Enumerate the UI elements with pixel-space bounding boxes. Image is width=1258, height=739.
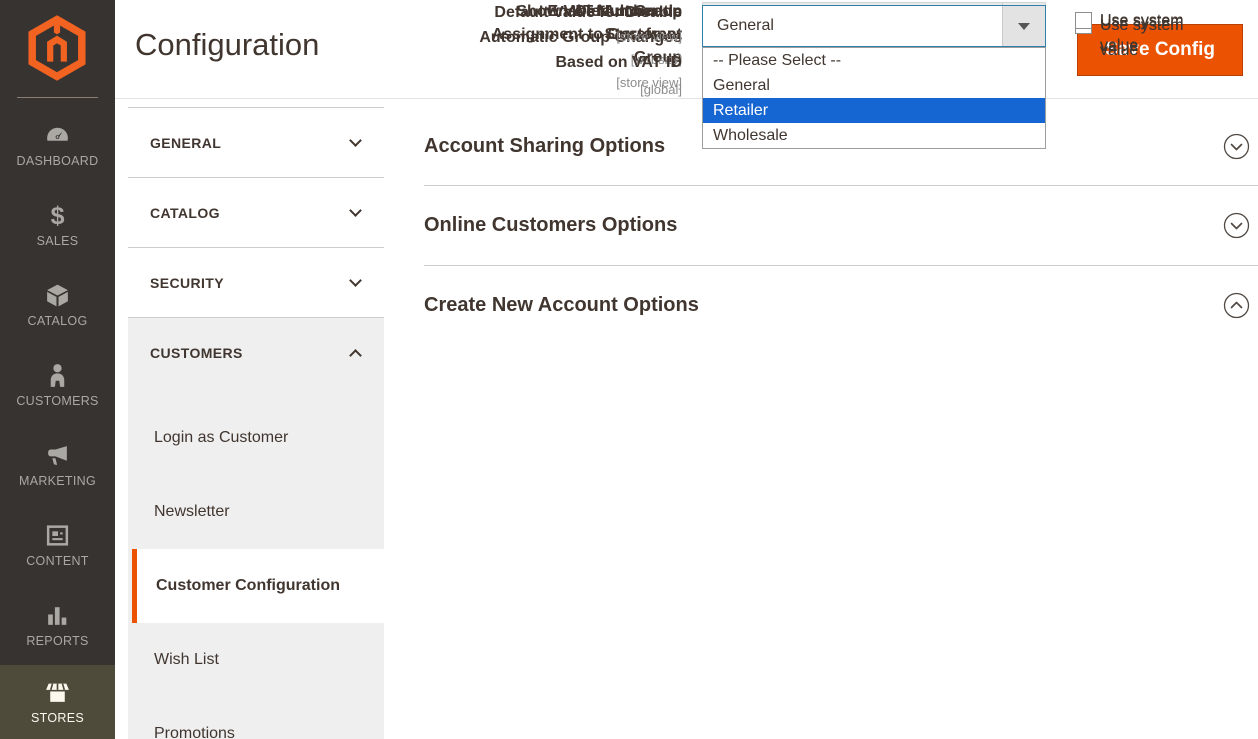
config-section-catalog[interactable]: CATALOG <box>128 178 384 248</box>
sidebar-item-customers[interactable]: CUSTOMERS <box>0 345 115 425</box>
config-section-label: SECURITY <box>150 275 224 291</box>
subnav-item-label: Login as Customer <box>154 429 288 447</box>
chevron-down-icon <box>349 274 362 287</box>
collapse-chevron-down-icon[interactable] <box>1223 133 1250 160</box>
config-section-label: CATALOG <box>150 205 220 221</box>
sidebar-item-dashboard[interactable]: DASHBOARD <box>0 105 115 185</box>
content-icon <box>44 522 71 549</box>
sidebar-item-label: SALES <box>37 234 79 248</box>
sidebar-item-label: CATALOG <box>28 314 88 328</box>
field-scope: [store view] <box>462 25 682 48</box>
stores-icon <box>44 679 71 706</box>
config-section-security[interactable]: SECURITY <box>128 248 384 318</box>
sidebar-item-catalog[interactable]: CATALOG <box>0 265 115 345</box>
sidebar-item-label: CUSTOMERS <box>16 394 98 408</box>
admin-sidebar: DASHBOARD $ SALES CATALOG <box>0 0 115 739</box>
section-title: Online Customers Options <box>424 214 677 237</box>
collapse-chevron-up-icon[interactable] <box>1223 292 1250 319</box>
dropdown-arrow-icon[interactable] <box>1002 6 1045 46</box>
subnav-item-wish-list[interactable]: Wish List <box>128 623 384 697</box>
admin-nav: DASHBOARD $ SALES CATALOG <box>0 105 115 739</box>
sidebar-item-content[interactable]: CONTENT <box>0 505 115 585</box>
subnav-item-promotions[interactable]: Promotions <box>128 697 384 739</box>
field-label-text: Default Group <box>575 3 682 20</box>
customers-subnav: Login as Customer Newsletter Customer Co… <box>128 388 384 739</box>
default-group-select[interactable]: General <box>702 5 1046 47</box>
sidebar-item-label: CONTENT <box>26 554 89 568</box>
page-title: Configuration <box>135 27 319 63</box>
sidebar-divider <box>17 97 98 98</box>
subnav-item-customer-configuration[interactable]: Customer Configuration <box>132 549 384 623</box>
dropdown-option-retailer[interactable]: Retailer <box>703 98 1045 123</box>
sidebar-item-stores[interactable]: STORES <box>0 665 115 739</box>
sales-icon: $ <box>44 202 71 229</box>
section-online-customers-options[interactable]: Online Customers Options <box>424 186 1258 266</box>
sidebar-item-reports[interactable]: REPORTS <box>0 585 115 665</box>
subnav-item-newsletter[interactable]: Newsletter <box>128 475 384 549</box>
section-create-new-account-options[interactable]: Create New Account Options <box>424 266 1258 345</box>
marketing-icon <box>44 442 71 469</box>
subnav-item-label: Promotions <box>154 725 235 739</box>
field-scope: [global] <box>462 77 682 102</box>
chevron-up-icon <box>349 349 362 362</box>
dropdown-option-wholesale[interactable]: Wholesale <box>703 123 1045 148</box>
main-content: Account Sharing Options Online Customers… <box>424 0 1258 739</box>
use-system-value-checkbox[interactable]: Use system value <box>1075 8 1215 58</box>
checkbox-unchecked-icon[interactable] <box>1075 12 1092 29</box>
customers-icon <box>44 362 71 389</box>
subnav-item-login-as-customer[interactable]: Login as Customer <box>128 401 384 475</box>
config-section-customers[interactable]: CUSTOMERS <box>128 318 384 388</box>
sidebar-item-label: DASHBOARD <box>17 154 99 168</box>
svg-text:$: $ <box>51 202 65 229</box>
collapse-chevron-down-icon[interactable] <box>1223 212 1250 239</box>
checkbox-label: Use system value <box>1100 8 1215 58</box>
select-value: General <box>703 6 1002 46</box>
field-label: Default Group [store view] <box>462 0 682 48</box>
chevron-down-icon <box>349 134 362 147</box>
reports-icon <box>44 602 71 629</box>
sidebar-item-label: REPORTS <box>26 634 88 648</box>
section-title: Create New Account Options <box>424 294 699 317</box>
config-section-general[interactable]: GENERAL <box>128 108 384 178</box>
sidebar-item-marketing[interactable]: MARKETING <box>0 425 115 505</box>
section-title: Account Sharing Options <box>424 135 665 158</box>
default-group-dropdown-list: -- Please Select -- General Retailer Who… <box>702 47 1046 149</box>
config-section-label: GENERAL <box>150 135 221 151</box>
dropdown-option-please-select[interactable]: -- Please Select -- <box>703 48 1045 73</box>
dropdown-option-general[interactable]: General <box>703 73 1045 98</box>
catalog-icon <box>44 282 71 309</box>
config-section-label: CUSTOMERS <box>150 345 243 361</box>
sidebar-item-label: MARKETING <box>19 474 96 488</box>
subnav-item-label: Newsletter <box>154 503 230 521</box>
sidebar-item-label: STORES <box>31 711 84 725</box>
configuration-nav: GENERAL CATALOG SECURITY CUSTOMERS Login… <box>128 107 384 739</box>
subnav-item-label: Wish List <box>154 651 219 669</box>
subnav-item-label: Customer Configuration <box>156 577 340 595</box>
magento-admin-window: DASHBOARD $ SALES CATALOG <box>0 0 1258 739</box>
chevron-down-icon <box>349 204 362 217</box>
magento-logo-icon[interactable] <box>26 12 88 84</box>
sidebar-item-sales[interactable]: $ SALES <box>0 185 115 265</box>
dashboard-icon <box>44 122 71 149</box>
